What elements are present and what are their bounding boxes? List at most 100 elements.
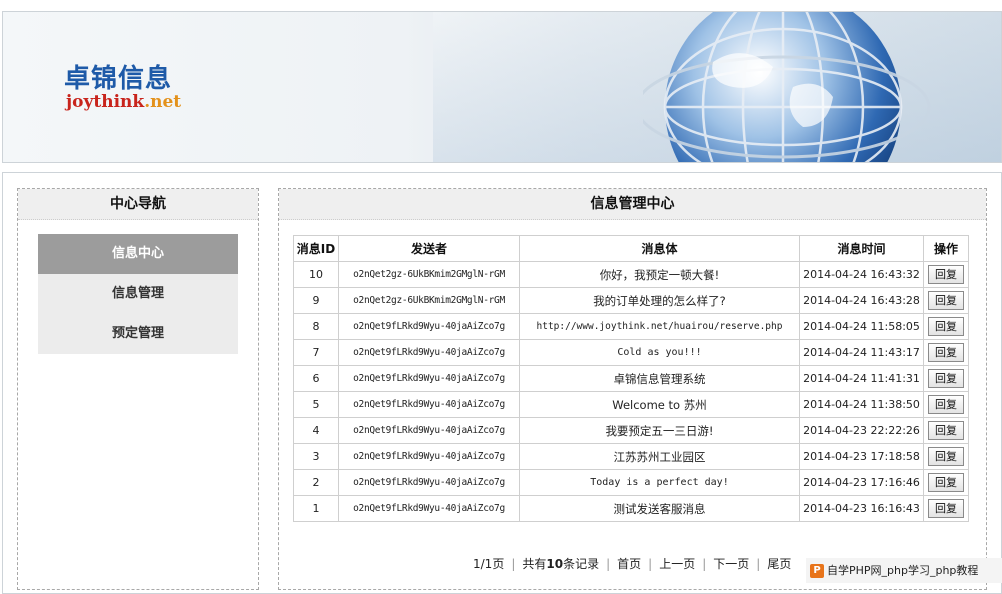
cell-action: 回复	[923, 287, 969, 314]
table-row: 2 o2nQet9fLRkd9Wyu-40jaAiZco7g Today is …	[293, 469, 969, 496]
pager-prev-link[interactable]: 上一页	[659, 555, 695, 572]
table-row: 7 o2nQet9fLRkd9Wyu-40jaAiZco7g Cold as y…	[293, 339, 969, 366]
cell-id: 6	[293, 365, 339, 392]
reply-button[interactable]: 回复	[928, 421, 964, 440]
cell-time: 2014-04-23 17:16:46	[799, 469, 924, 496]
pager-total-count: 10	[546, 557, 564, 571]
sidebar-title: 中心导航	[18, 189, 258, 220]
cell-time: 2014-04-24 11:43:17	[799, 339, 924, 366]
column-header-sender: 发送者	[338, 235, 520, 262]
brand-domain-main: joythink	[66, 92, 145, 112]
cell-body: 我要预定五一三日游!	[519, 417, 800, 444]
pager-separator: |	[606, 557, 611, 571]
watermark-text: 自学PHP网_php学习_php教程	[827, 564, 979, 577]
cell-body: Cold as you!!!	[519, 339, 800, 366]
pager-last-link[interactable]: 尾页	[767, 555, 791, 572]
cell-body: Welcome to 苏州	[519, 391, 800, 418]
header-banner: 卓锦信息 joythink.net	[2, 11, 1002, 163]
reply-button[interactable]: 回复	[928, 343, 964, 362]
cell-body: 卓锦信息管理系统	[519, 365, 800, 392]
page-title: 信息管理中心	[279, 189, 986, 220]
cell-body: 我的订单处理的怎么样了?	[519, 287, 800, 314]
cell-action: 回复	[923, 469, 969, 496]
cell-sender: o2nQet9fLRkd9Wyu-40jaAiZco7g	[338, 365, 520, 392]
sidebar-item-info-center[interactable]: 信息中心	[38, 234, 238, 274]
pager-total-suffix: 条记录	[563, 557, 600, 571]
cell-sender: o2nQet9fLRkd9Wyu-40jaAiZco7g	[338, 495, 520, 522]
pager-page-info: 1/1页	[473, 557, 505, 571]
table-header-row: 消息ID 发送者 消息体 消息时间 操作	[293, 235, 969, 262]
table-row: 3 o2nQet9fLRkd9Wyu-40jaAiZco7g 江苏苏州工业园区 …	[293, 443, 969, 470]
cell-body: 测试发送客服消息	[519, 495, 800, 522]
reply-button[interactable]: 回复	[928, 291, 964, 310]
reply-button[interactable]: 回复	[928, 473, 964, 492]
reply-button[interactable]: 回复	[928, 447, 964, 466]
cell-id: 8	[293, 313, 339, 340]
table-row: 10 o2nQet2gz-6UkBKmim2GMglN-rGM 你好，我预定一顿…	[293, 261, 969, 288]
column-header-time: 消息时间	[799, 235, 924, 262]
cell-action: 回复	[923, 261, 969, 288]
cell-id: 3	[293, 443, 339, 470]
pager-separator: |	[648, 557, 653, 571]
cell-id: 2	[293, 469, 339, 496]
pager-separator: |	[511, 557, 516, 571]
cell-id: 4	[293, 417, 339, 444]
brand-domain-tld: .net	[144, 92, 182, 112]
column-header-body: 消息体	[519, 235, 800, 262]
pager-first-link[interactable]: 首页	[617, 555, 641, 572]
cell-time: 2014-04-24 16:43:32	[799, 261, 924, 288]
sidebar-item-info-manage[interactable]: 信息管理	[38, 274, 238, 314]
main-panel: 信息管理中心 消息ID 发送者 消息体 消息时间 操作 10 o2nQet2gz…	[278, 188, 987, 590]
cell-id: 10	[293, 261, 339, 288]
reply-button[interactable]: 回复	[928, 395, 964, 414]
cell-id: 1	[293, 495, 339, 522]
cell-sender: o2nQet9fLRkd9Wyu-40jaAiZco7g	[338, 313, 520, 340]
sidebar-menu: 信息中心 信息管理 预定管理	[38, 234, 238, 354]
cell-sender: o2nQet9fLRkd9Wyu-40jaAiZco7g	[338, 469, 520, 496]
cell-action: 回复	[923, 365, 969, 392]
reply-button[interactable]: 回复	[928, 369, 964, 388]
table-row: 5 o2nQet9fLRkd9Wyu-40jaAiZco7g Welcome t…	[293, 391, 969, 418]
pager-separator: |	[756, 557, 761, 571]
cell-time: 2014-04-24 11:41:31	[799, 365, 924, 392]
cell-action: 回复	[923, 339, 969, 366]
cell-sender: o2nQet9fLRkd9Wyu-40jaAiZco7g	[338, 443, 520, 470]
pager-next-link[interactable]: 下一页	[713, 555, 749, 572]
cell-id: 5	[293, 391, 339, 418]
cell-action: 回复	[923, 313, 969, 340]
table-row: 6 o2nQet9fLRkd9Wyu-40jaAiZco7g 卓锦信息管理系统 …	[293, 365, 969, 392]
brand-chinese-name: 卓锦信息	[64, 64, 173, 94]
column-header-action: 操作	[923, 235, 969, 262]
cell-time: 2014-04-23 22:22:26	[799, 417, 924, 444]
message-table: 消息ID 发送者 消息体 消息时间 操作 10 o2nQet2gz-6UkBKm…	[293, 235, 969, 522]
table-row: 4 o2nQet9fLRkd9Wyu-40jaAiZco7g 我要预定五一三日游…	[293, 417, 969, 444]
cell-action: 回复	[923, 391, 969, 418]
cell-time: 2014-04-23 17:18:58	[799, 443, 924, 470]
cell-sender: o2nQet2gz-6UkBKmim2GMglN-rGM	[338, 261, 520, 288]
pager-total-prefix: 共有	[522, 557, 547, 571]
site-watermark: P 自学PHP网_php学习_php教程	[806, 558, 1002, 583]
table-row: 9 o2nQet2gz-6UkBKmim2GMglN-rGM 我的订单处理的怎么…	[293, 287, 969, 314]
cell-body: http://www.joythink.net/huairou/reserve.…	[519, 313, 800, 340]
table-row: 8 o2nQet9fLRkd9Wyu-40jaAiZco7g http://ww…	[293, 313, 969, 340]
reply-button[interactable]: 回复	[928, 265, 964, 284]
cell-time: 2014-04-24 11:58:05	[799, 313, 924, 340]
watermark-logo-icon: P	[810, 564, 824, 578]
cell-body: 你好，我预定一顿大餐!	[519, 261, 800, 288]
cell-sender: o2nQet9fLRkd9Wyu-40jaAiZco7g	[338, 339, 520, 366]
pager-separator: |	[702, 557, 707, 571]
brand-domain: joythink.net	[66, 92, 181, 112]
globe-icon	[643, 12, 931, 162]
cell-time: 2014-04-24 11:38:50	[799, 391, 924, 418]
sidebar-item-reserve-manage[interactable]: 预定管理	[38, 314, 238, 354]
cell-action: 回复	[923, 417, 969, 444]
reply-button[interactable]: 回复	[928, 317, 964, 336]
cell-body: Today is a perfect day!	[519, 469, 800, 496]
reply-button[interactable]: 回复	[928, 499, 964, 518]
cell-sender: o2nQet9fLRkd9Wyu-40jaAiZco7g	[338, 391, 520, 418]
cell-sender: o2nQet2gz-6UkBKmim2GMglN-rGM	[338, 287, 520, 314]
cell-time: 2014-04-23 16:16:43	[799, 495, 924, 522]
cell-body: 江苏苏州工业园区	[519, 443, 800, 470]
sidebar-nav: 中心导航 信息中心 信息管理 预定管理	[17, 188, 259, 590]
column-header-id: 消息ID	[293, 235, 339, 262]
